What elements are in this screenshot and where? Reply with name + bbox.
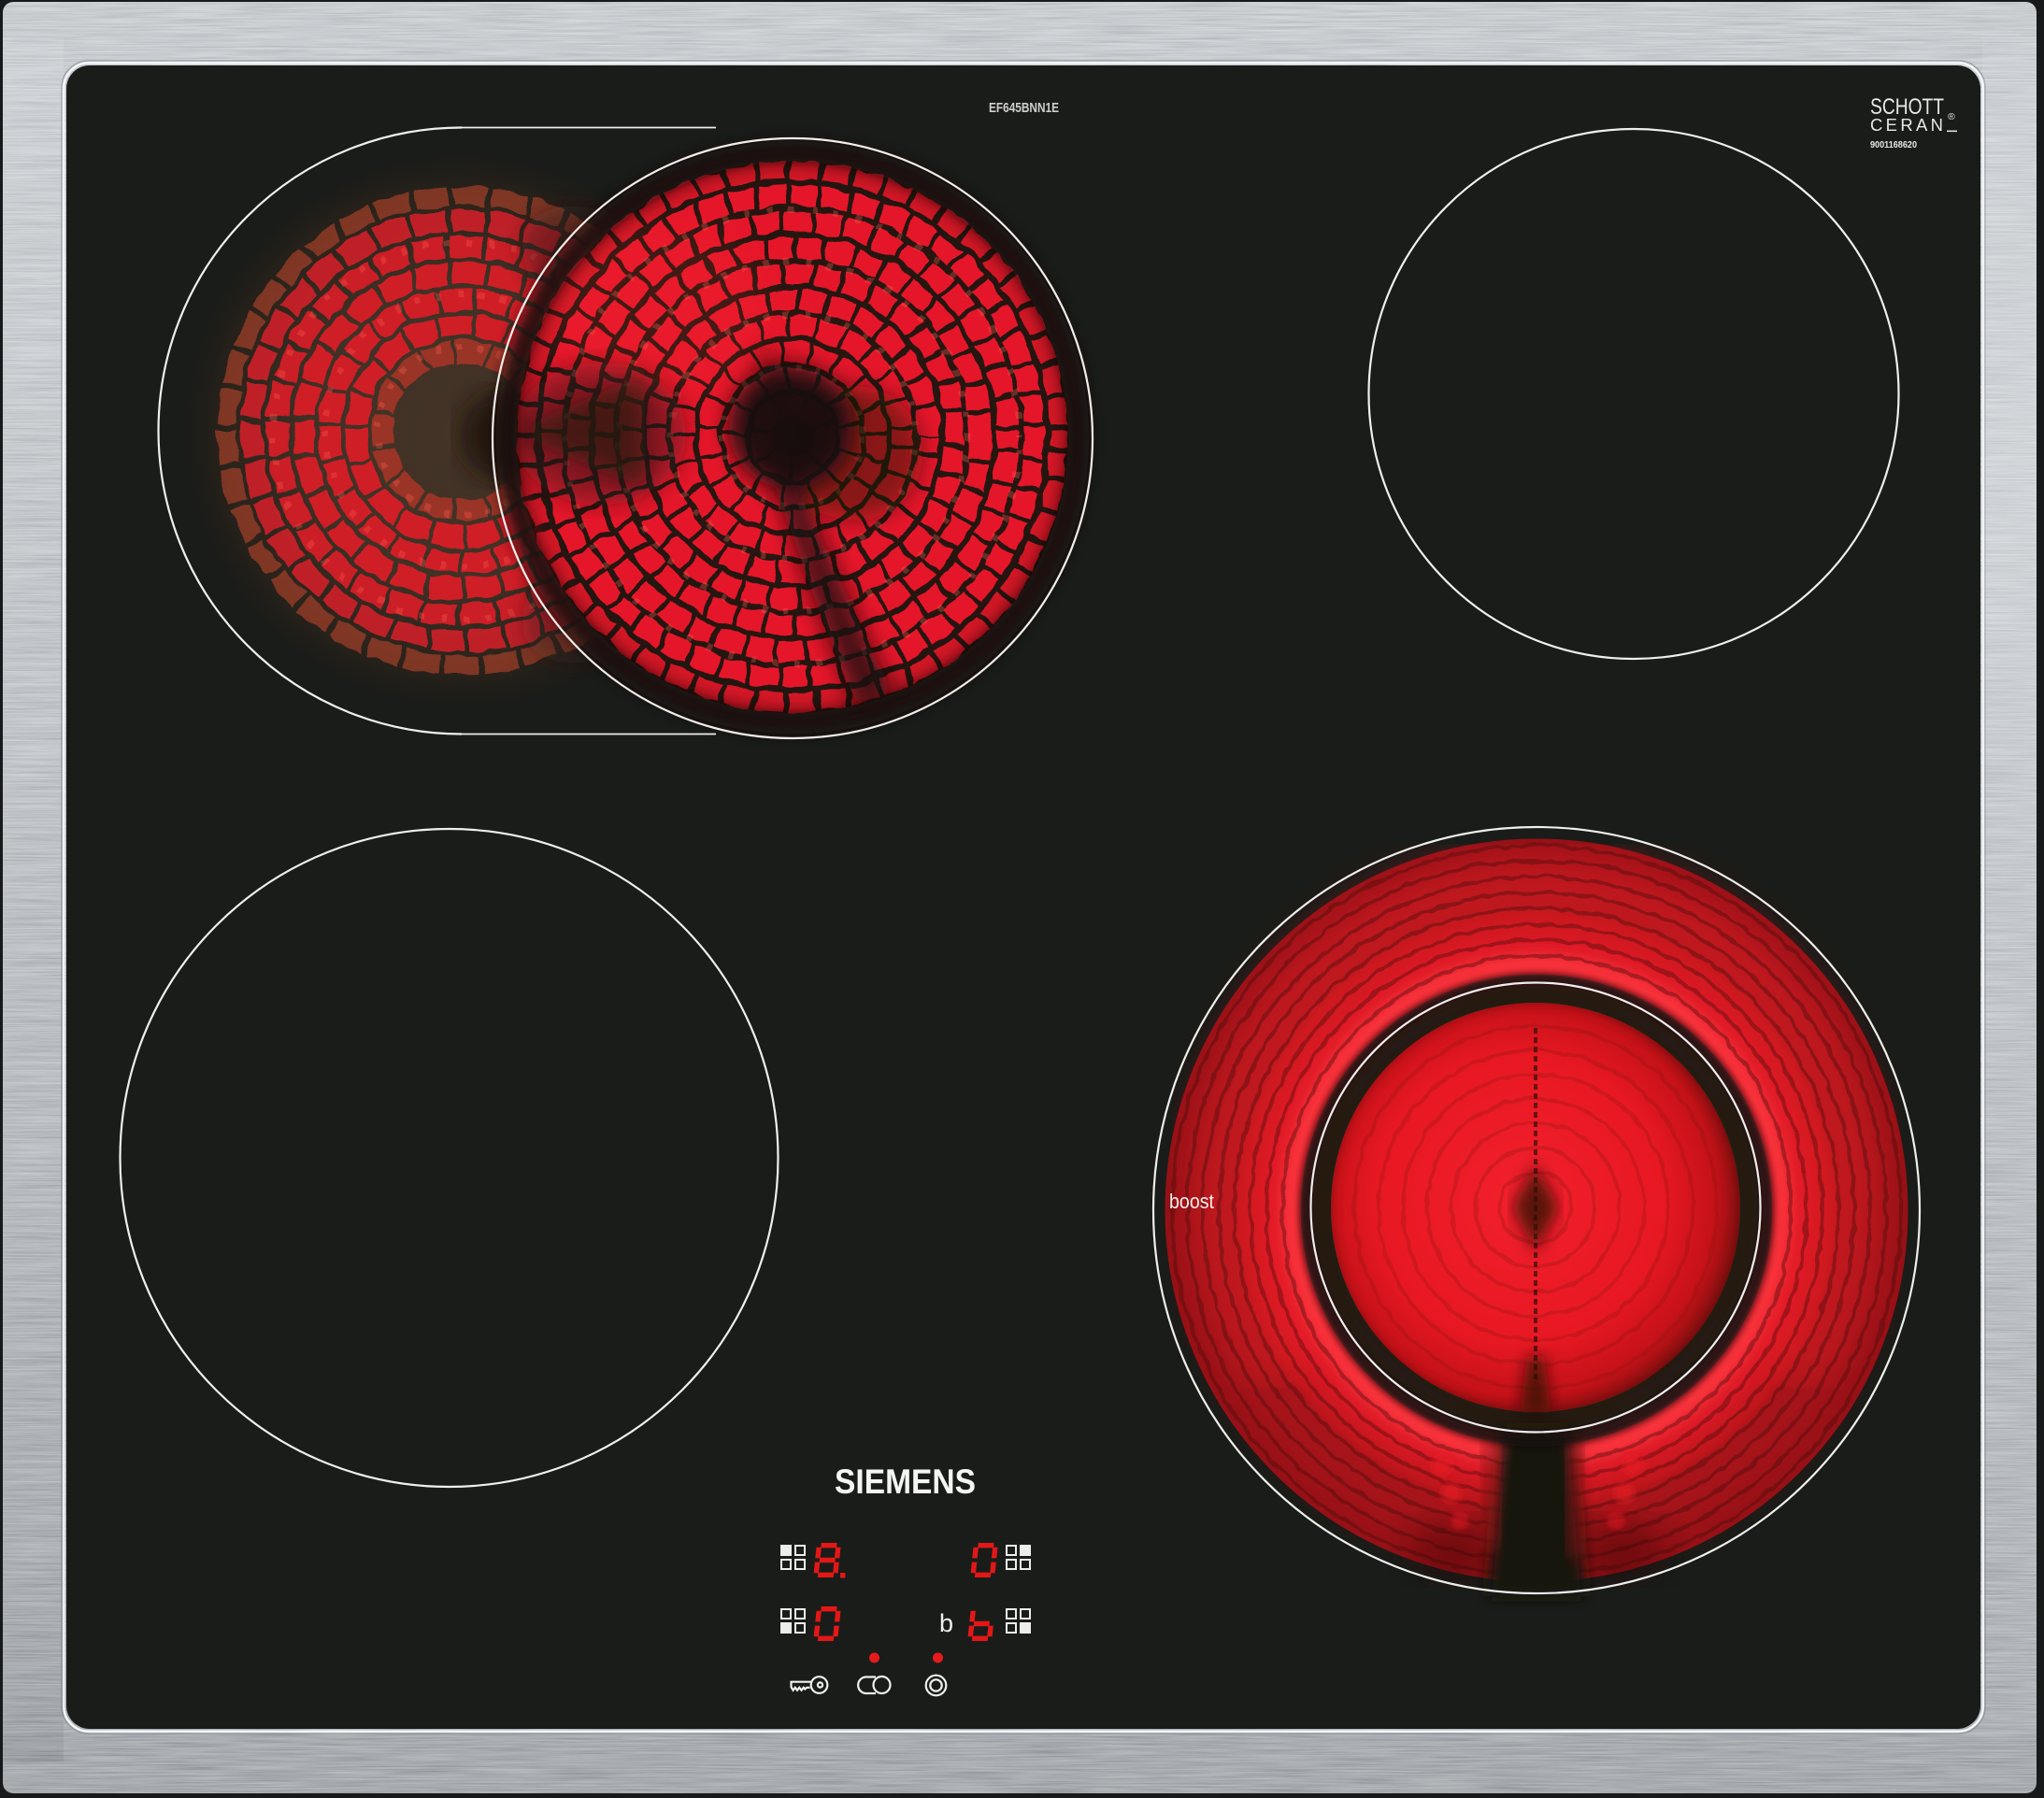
svg-text:®: ® xyxy=(1948,111,1955,122)
svg-text:9001168620: 9001168620 xyxy=(1870,139,1917,150)
svg-text:SIEMENS: SIEMENS xyxy=(835,1462,976,1501)
svg-text:CERAN: CERAN xyxy=(1870,115,1943,135)
svg-text:boost: boost xyxy=(1169,1190,1214,1213)
svg-text:EF645BNN1E: EF645BNN1E xyxy=(989,100,1059,116)
svg-text:b: b xyxy=(939,1609,953,1637)
